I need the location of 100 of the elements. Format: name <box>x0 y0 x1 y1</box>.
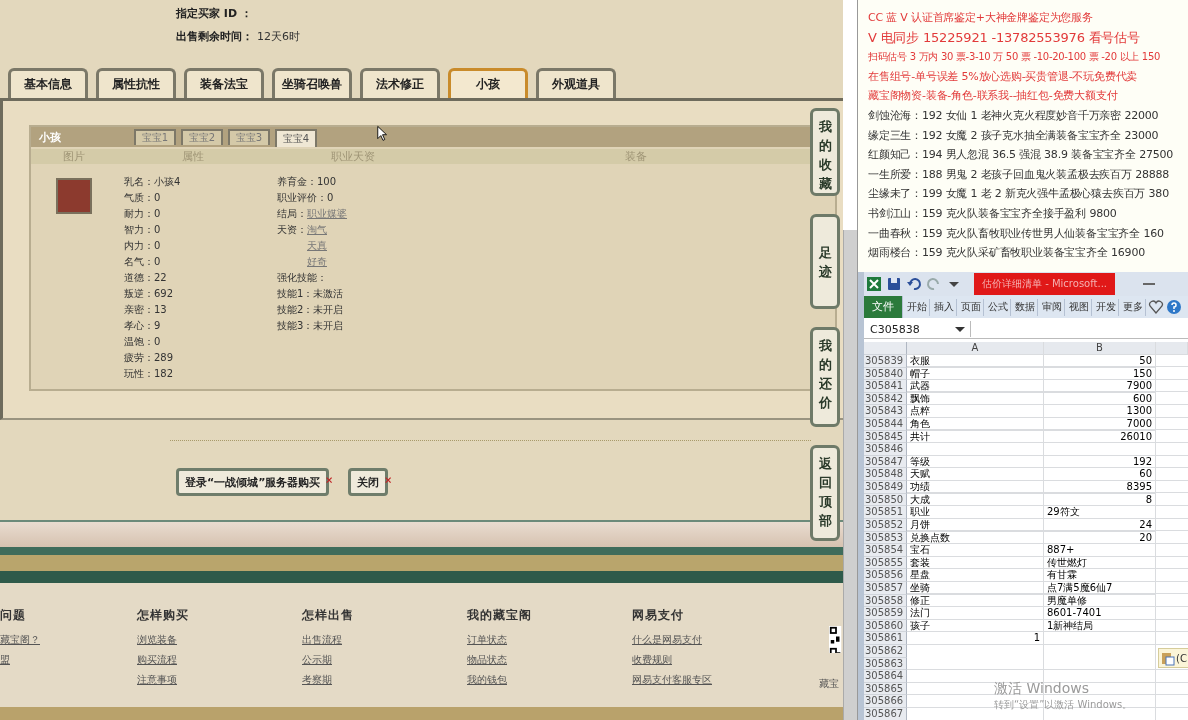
table-cell: 24 <box>1044 518 1156 532</box>
row-number: 305844 <box>864 418 907 431</box>
select-all-corner[interactable] <box>864 342 907 355</box>
name-box[interactable]: C305838 <box>864 322 950 336</box>
table-cell: 20 <box>1044 531 1156 545</box>
save-icon <box>886 276 902 292</box>
remaining-time-value: 12天6时 <box>257 29 300 44</box>
table-cell: 男魔单修 <box>1044 594 1156 608</box>
scrollbar[interactable] <box>843 230 857 720</box>
table-cell: 等级 <box>907 455 1044 469</box>
table-cell: 坐骑 <box>907 581 1044 595</box>
footer-link[interactable]: 我的钱包 <box>467 673 507 687</box>
row-number: 305841 <box>864 380 907 393</box>
footer-link[interactable]: 盟 <box>0 653 10 667</box>
attribute-text: 疲劳：289 <box>124 351 175 365</box>
document-line: CC 蓝 V 认证首席鉴定+大神金牌鉴定为您服务 <box>868 10 1093 26</box>
table-cell: 衣服 <box>907 355 1044 368</box>
ribbon-tab[interactable]: 审阅 <box>1040 298 1065 316</box>
footer-link[interactable]: 购买流程 <box>137 653 177 667</box>
footer-heading: 问题 <box>0 607 26 624</box>
attribute-text: 亲密：13 <box>124 303 168 317</box>
career-text: 技能1：未激活 <box>277 287 344 301</box>
footer-heading: 怎样购买 <box>137 607 189 624</box>
side-button[interactable]: 足迹 <box>810 214 840 309</box>
ribbon-tab[interactable]: 页面 <box>959 298 984 316</box>
row-number: 305848 <box>864 468 907 482</box>
document-line: 红颜知己：194 男人忽混 36.5 强混 38.9 装备宝宝齐全 27500 <box>868 147 1174 164</box>
tab[interactable]: 属性抗性 <box>96 68 176 98</box>
footer-link[interactable]: 注意事项 <box>137 673 177 687</box>
row-number: 305839 <box>864 355 907 368</box>
ribbon-tab[interactable]: 文件 <box>864 296 903 318</box>
action-button[interactable]: 关闭 <box>348 468 389 496</box>
side-button[interactable]: 返回顶部 <box>810 445 840 541</box>
table-cell: 点7满5魔6仙7 <box>1044 581 1156 595</box>
table-cell: 宝石 <box>907 544 1044 557</box>
row-number: 305849 <box>864 481 907 494</box>
footer-link[interactable]: 网易支付客服专区 <box>632 673 712 687</box>
help-icon <box>1166 299 1182 315</box>
column-header: B <box>1044 342 1156 355</box>
tab[interactable]: 装备法宝 <box>184 68 264 98</box>
footer-link[interactable]: 订单状态 <box>467 633 507 647</box>
attribute-text: 智力：0 <box>124 223 162 237</box>
ribbon-tab[interactable]: 开发 <box>1094 298 1119 316</box>
table-cell: 7900 <box>1044 380 1156 393</box>
footer-link[interactable]: 藏宝阁？ <box>0 633 40 647</box>
action-button[interactable]: 登录“一战倾城”服务器购买 <box>176 468 330 496</box>
table-cell: 8601-7401 <box>1044 607 1156 620</box>
tab[interactable]: 外观道具 <box>536 68 616 98</box>
table-cell: 套装 <box>907 556 1044 570</box>
remaining-time-label: 出售剩余时间： <box>176 29 253 44</box>
footer-link[interactable]: 出售流程 <box>302 633 342 647</box>
table-cell: 修正 <box>907 594 1044 608</box>
document-line: 书剑江山：159 克火队装备宝宝齐全接手盈利 9800 <box>868 205 1117 222</box>
ribbon-tab[interactable]: 公式 <box>986 298 1011 316</box>
paste-options-button[interactable]: (C <box>1158 648 1188 668</box>
side-button[interactable]: 我的收藏 <box>810 108 840 196</box>
footer-link[interactable]: 什么是网易支付 <box>632 633 702 647</box>
table-cell: 星盘 <box>907 569 1044 582</box>
tab[interactable]: 小孩 <box>448 68 528 98</box>
table-cell: 孩子 <box>907 619 1044 633</box>
ribbon-tab[interactable]: 更多 <box>1121 298 1146 316</box>
footer-link[interactable]: 物品状态 <box>467 653 507 667</box>
table-cell: 兑换点数 <box>907 531 1044 545</box>
row-number: 305859 <box>864 607 907 620</box>
ribbon-tab[interactable]: 插入 <box>932 298 957 316</box>
side-button[interactable]: 我的还价 <box>810 327 840 427</box>
table-cell: 帽子 <box>907 367 1044 381</box>
buyer-id-label: 指定买家 ID ： <box>176 6 253 21</box>
career-text: 职业评价：0 <box>277 191 334 205</box>
ribbon-tab[interactable]: 开始 <box>905 298 930 316</box>
row-number: 305843 <box>864 405 907 419</box>
table-cell: 角色 <box>907 418 1044 431</box>
footer-link[interactable]: 考察期 <box>302 673 332 687</box>
attribute-text: 玩性：182 <box>124 367 175 381</box>
attribute-text: 道德：22 <box>124 271 168 285</box>
footer-link[interactable]: 浏览装备 <box>137 633 177 647</box>
career-label: 结局： <box>277 207 307 221</box>
table-cell: 192 <box>1044 455 1156 469</box>
footer-heading: 我的藏宝阁 <box>467 607 532 624</box>
ribbon-tab[interactable]: 数据 <box>1013 298 1038 316</box>
activation-hint: 转到“设置”以激活 Windows。 <box>994 698 1133 712</box>
tab[interactable]: 坐骑召唤兽 <box>272 68 352 98</box>
row-number: 305862 <box>864 645 907 658</box>
table-cell: 功绩 <box>907 481 1044 494</box>
ribbon-tab[interactable]: 视图 <box>1067 298 1092 316</box>
table-cell: 7000 <box>1044 418 1156 431</box>
attribute-text: 耐力：0 <box>124 207 162 221</box>
tab[interactable]: 基本信息 <box>8 68 88 98</box>
row-number: 305867 <box>864 708 907 720</box>
tab[interactable]: 法术修正 <box>360 68 440 98</box>
row-number: 305866 <box>864 695 907 709</box>
footer-link[interactable]: 收费规则 <box>632 653 672 667</box>
attribute-text: 孝心：9 <box>124 319 162 333</box>
row-number: 305864 <box>864 670 907 683</box>
table-cell: 1 <box>907 632 1044 645</box>
footer-link[interactable]: 公示期 <box>302 653 332 667</box>
table-cell: 天赋 <box>907 468 1044 482</box>
baby-tab[interactable]: 宝宝4 <box>275 129 317 147</box>
window-title: 估价详细清单 - Microsoft... <box>974 273 1115 295</box>
attribute-text: 气质：0 <box>124 191 162 205</box>
